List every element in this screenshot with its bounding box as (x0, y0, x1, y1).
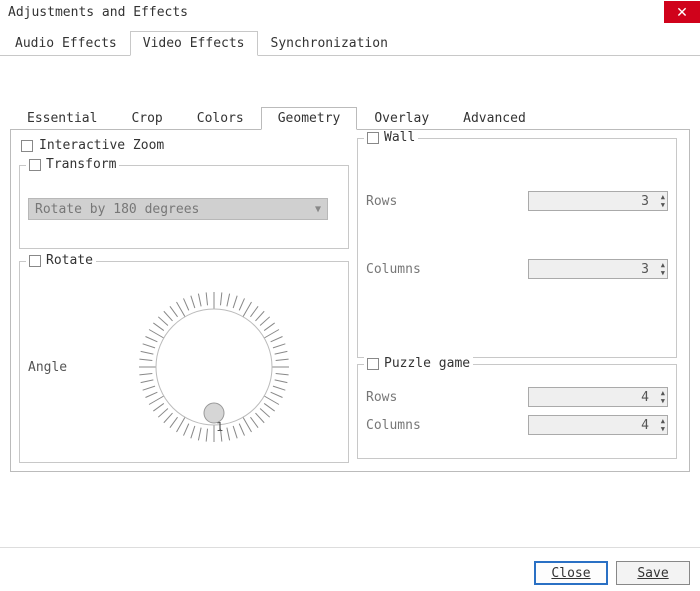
spinner-arrows-icon[interactable]: ▲ ▼ (661, 389, 665, 405)
wall-rows-value: 3 (529, 194, 667, 209)
transform-combobox[interactable]: Rotate by 180 degrees ▼ (28, 198, 328, 220)
puzzle-group: Puzzle game Rows 4 ▲ ▼ Columns 4 (357, 364, 677, 459)
subtab-essential[interactable]: Essential (10, 107, 114, 130)
interactive-zoom-checkbox[interactable] (21, 140, 33, 152)
wall-cols-value: 3 (529, 262, 667, 277)
wall-label: Wall (384, 130, 415, 145)
close-icon: ✕ (676, 4, 688, 21)
dial-icon (129, 282, 299, 452)
save-button[interactable]: Save (616, 561, 690, 585)
subtab-overlay[interactable]: Overlay (357, 107, 446, 130)
puzzle-cols-value: 4 (529, 418, 667, 433)
puzzle-cols-label: Columns (366, 418, 421, 433)
puzzle-rows-label: Rows (366, 390, 397, 405)
subtab-advanced[interactable]: Advanced (446, 107, 543, 130)
wall-cols-spinner[interactable]: 3 ▲ ▼ (528, 259, 668, 279)
chevron-down-icon: ▼ (315, 204, 321, 215)
window-close-button[interactable]: ✕ (664, 1, 700, 23)
tab-synchronization[interactable]: Synchronization (258, 31, 401, 56)
spinner-arrows-icon[interactable]: ▲ ▼ (661, 261, 665, 277)
rotate-group: Rotate Angle 1 (19, 261, 349, 463)
wall-rows-label: Rows (366, 194, 397, 209)
rotate-group-head: Rotate (26, 253, 96, 268)
sub-tab-bar: Essential Crop Colors Geometry Overlay A… (10, 106, 690, 130)
separator (0, 547, 700, 548)
subtab-colors[interactable]: Colors (180, 107, 261, 130)
transform-group: Transform Rotate by 180 degrees ▼ (19, 165, 349, 249)
geometry-right-column: Wall Rows 3 ▲ ▼ Columns 3 (357, 138, 677, 463)
spinner-arrows-icon[interactable]: ▲ ▼ (661, 193, 665, 209)
transform-group-head: Transform (26, 157, 119, 172)
spinner-arrows-icon[interactable]: ▲ ▼ (661, 417, 665, 433)
subtab-crop[interactable]: Crop (114, 107, 179, 130)
angle-dial[interactable]: 1 (88, 282, 340, 452)
transform-label: Transform (46, 157, 116, 172)
wall-checkbox[interactable] (367, 132, 379, 144)
wall-group-head: Wall (364, 130, 418, 145)
puzzle-label: Puzzle game (384, 356, 470, 371)
dial-tick-one: 1 (216, 420, 223, 434)
angle-label: Angle (28, 360, 88, 375)
puzzle-cols-spinner[interactable]: 4 ▲ ▼ (528, 415, 668, 435)
close-button[interactable]: Close (534, 561, 608, 585)
title-bar: Adjustments and Effects ✕ (0, 0, 700, 24)
puzzle-group-head: Puzzle game (364, 356, 473, 371)
puzzle-rows-value: 4 (529, 390, 667, 405)
rotate-label: Rotate (46, 253, 93, 268)
interactive-zoom-label: Interactive Zoom (39, 138, 164, 153)
puzzle-checkbox[interactable] (367, 358, 379, 370)
main-tab-bar: Audio Effects Video Effects Synchronizat… (0, 30, 700, 56)
transform-selected-value: Rotate by 180 degrees (35, 202, 199, 217)
geometry-panel: Interactive Zoom Transform Rotate by 180… (10, 130, 690, 472)
dialog-button-bar: Close Save (534, 561, 690, 585)
wall-rows-spinner[interactable]: 3 ▲ ▼ (528, 191, 668, 211)
subtab-geometry[interactable]: Geometry (261, 107, 358, 130)
wall-cols-label: Columns (366, 262, 421, 277)
transform-checkbox[interactable] (29, 159, 41, 171)
puzzle-rows-spinner[interactable]: 4 ▲ ▼ (528, 387, 668, 407)
tab-audio-effects[interactable]: Audio Effects (2, 31, 130, 56)
geometry-left-column: Interactive Zoom Transform Rotate by 180… (19, 138, 349, 463)
wall-group: Wall Rows 3 ▲ ▼ Columns 3 (357, 138, 677, 358)
rotate-checkbox[interactable] (29, 255, 41, 267)
interactive-zoom-row: Interactive Zoom (21, 138, 349, 153)
window-title: Adjustments and Effects (8, 5, 188, 20)
video-effects-panel: Essential Crop Colors Geometry Overlay A… (0, 56, 700, 472)
tab-video-effects[interactable]: Video Effects (130, 31, 258, 56)
